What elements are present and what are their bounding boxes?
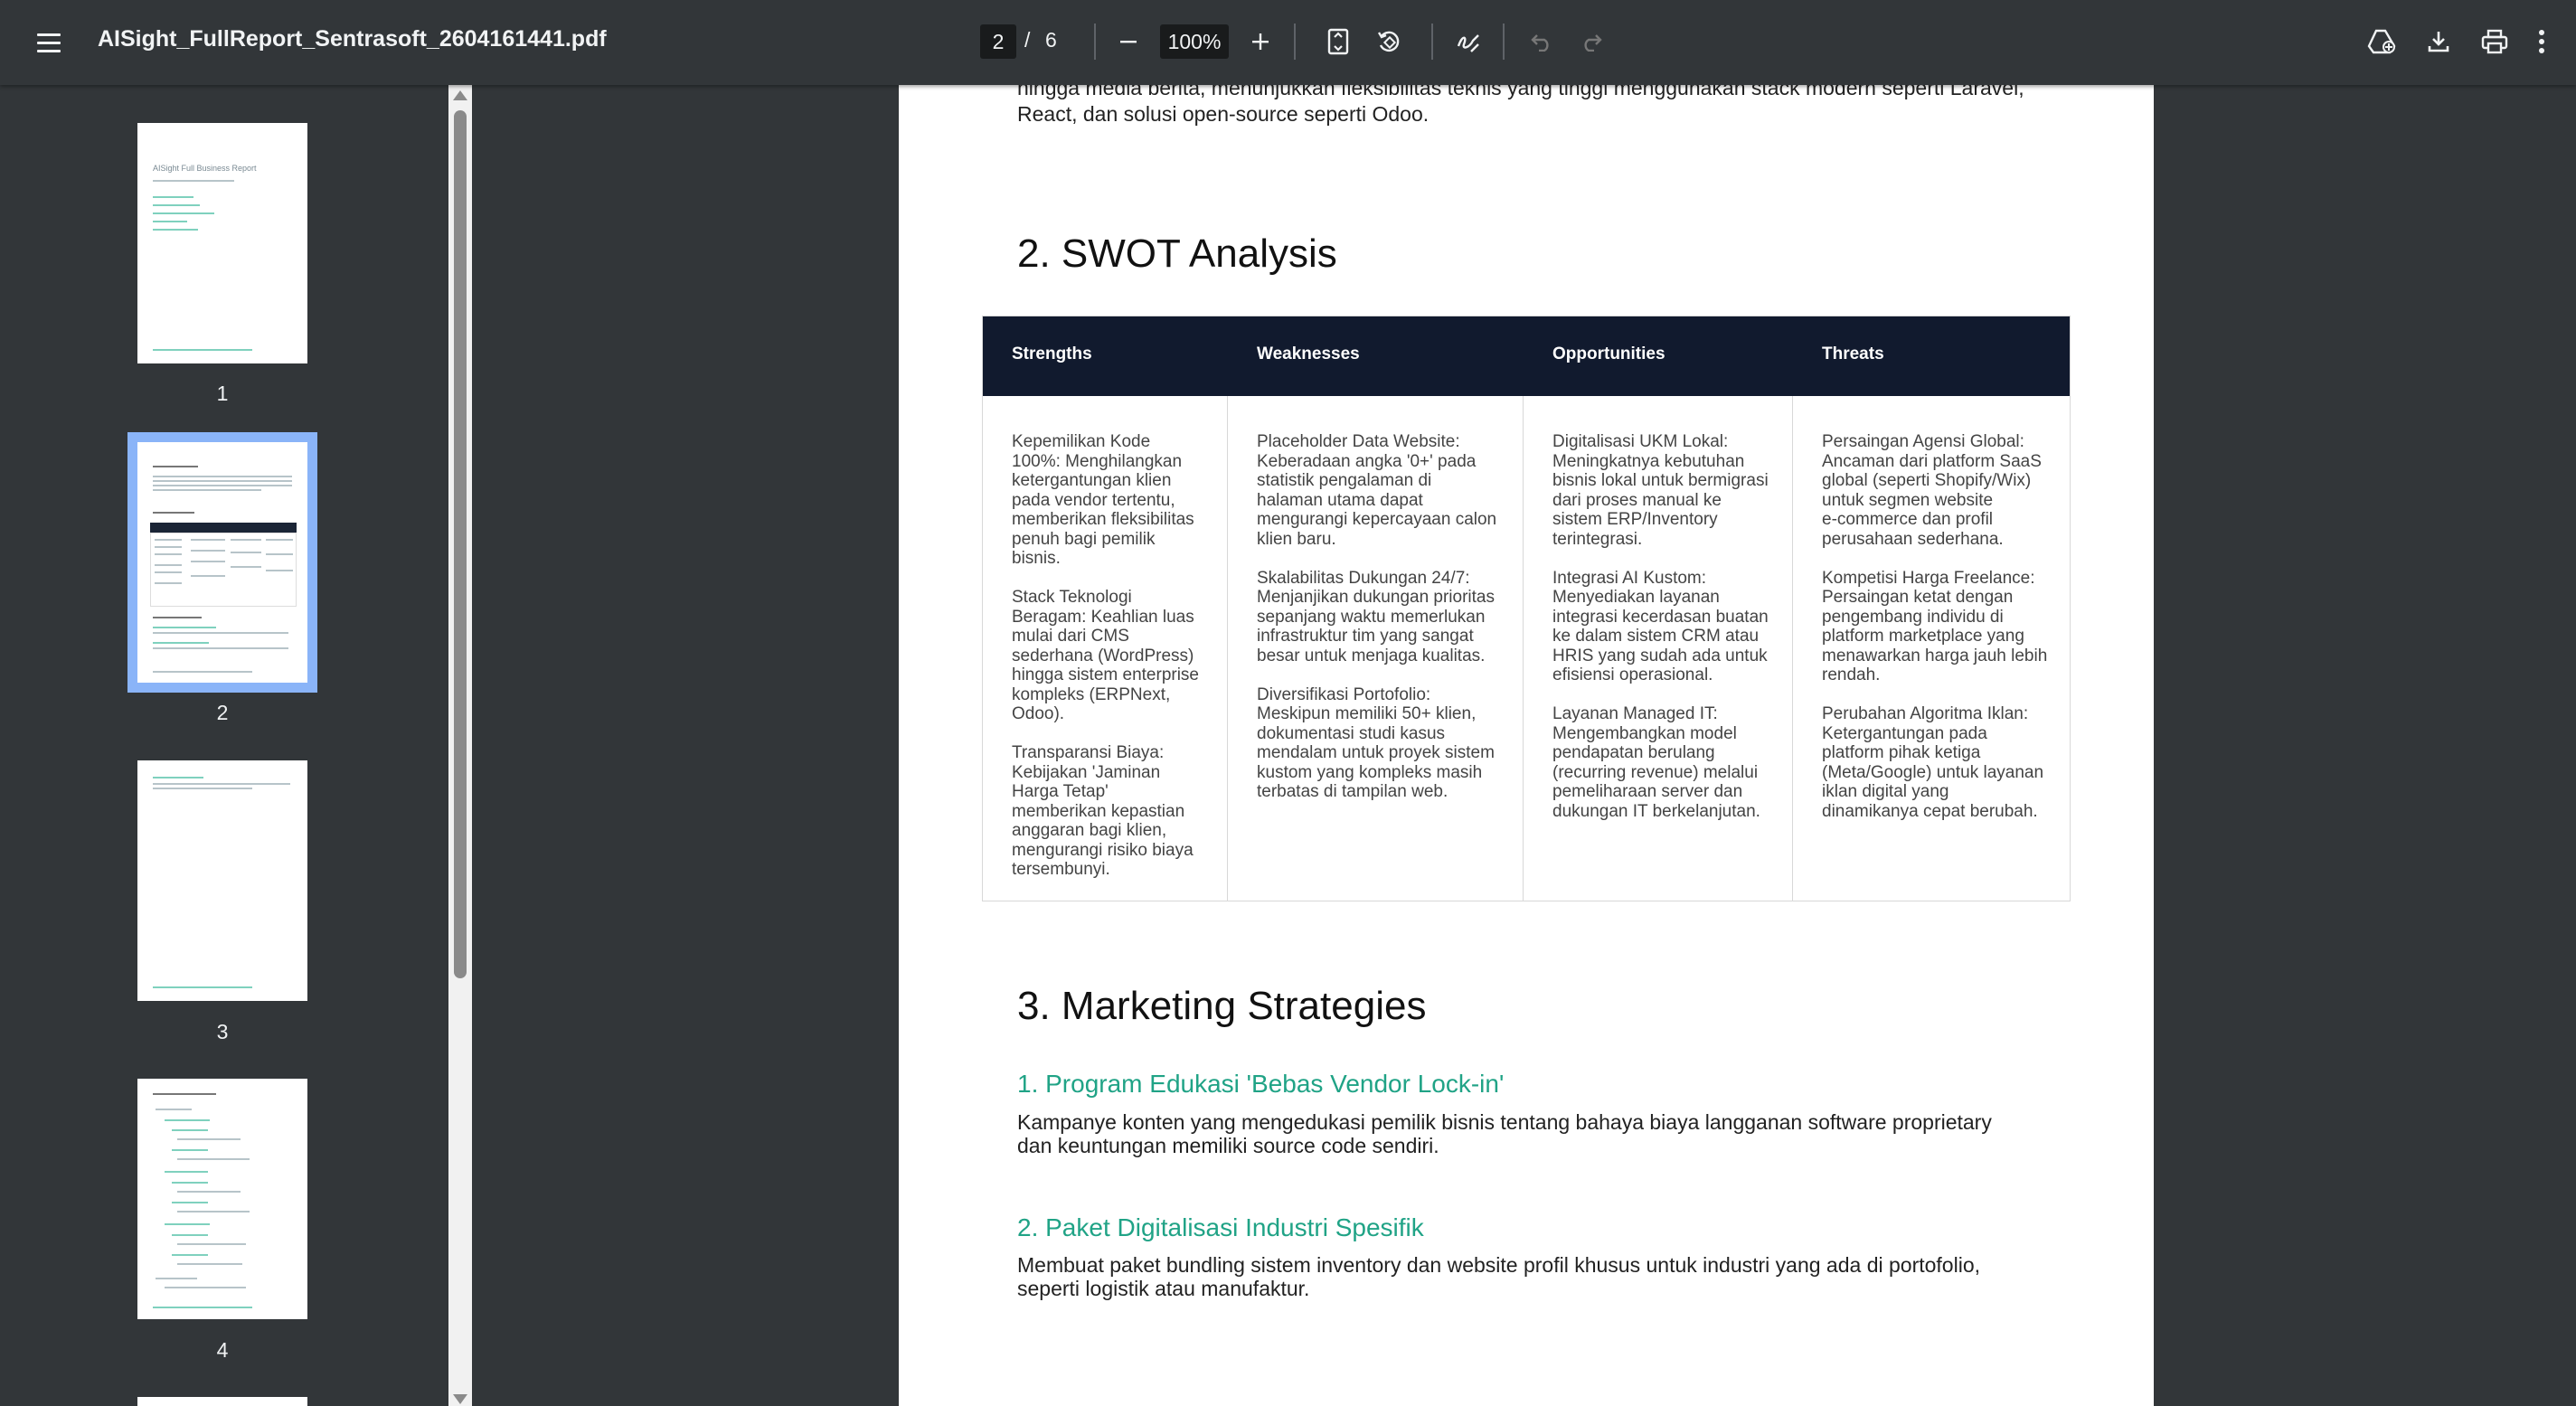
thumbnail-label: 1 [216, 382, 229, 405]
intro-text-line: hingga media berita, menunjukkan fleksib… [1017, 85, 2024, 99]
pdf-page: hingga media berita, menunjukkan fleksib… [899, 85, 2154, 1406]
thumbnail-label: 3 [216, 1020, 229, 1043]
page-thumbnail-5[interactable] [137, 1397, 307, 1406]
thumbnail-title: AISight Full Business Report [153, 164, 257, 173]
strategy-title: 2. Paket Digitalisasi Industri Spesifik [1017, 1213, 1424, 1241]
menu-icon[interactable] [31, 24, 67, 61]
page-thumbnail-3[interactable] [137, 760, 307, 1001]
toolbar-divider [1094, 24, 1096, 60]
page-thumbnail-4[interactable] [137, 1079, 307, 1319]
swot-cell-weaknesses: Placeholder Data Website: Keberadaan ang… [1228, 396, 1524, 901]
page-separator: / [1024, 28, 1031, 52]
strategy-description: Membuat paket bundling sistem inventory … [1017, 1253, 1980, 1300]
swot-header-weaknesses: Weaknesses [1257, 344, 1360, 363]
page-number-input[interactable]: 2 [980, 24, 1016, 59]
swot-cell-opportunities: Digitalisasi UKM Lokal: Meningkatnya keb… [1524, 396, 1793, 901]
document-title: AISight_FullReport_Sentrasoft_2604161441… [98, 26, 607, 52]
swot-text-strengths: Kepemilikan Kode 100%: Menghilangkan ket… [1012, 432, 1199, 879]
toolbar-divider [1294, 24, 1296, 60]
swot-header-strengths: Strengths [1012, 344, 1092, 363]
annotate-icon[interactable] [1447, 20, 1490, 63]
strategy-description: Kampanye konten yang mengedukasi pemilik… [1017, 1110, 1992, 1157]
swot-cell-strengths: Kepemilikan Kode 100%: Menghilangkan ket… [983, 396, 1228, 901]
thumbnail-label: 2 [216, 701, 229, 724]
print-icon[interactable] [2473, 20, 2516, 63]
rotate-icon[interactable] [1367, 20, 1411, 63]
undo-icon[interactable] [1520, 20, 1563, 63]
strategy-title: 1. Program Edukasi 'Bebas Vendor Lock-in… [1017, 1070, 1505, 1098]
download-icon[interactable] [2417, 20, 2460, 63]
redo-icon[interactable] [1570, 20, 1613, 63]
swot-header-opportunities: Opportunities [1552, 344, 1665, 363]
zoom-in-icon[interactable] [1239, 20, 1282, 63]
page-thumbnail-1[interactable]: AISight Full Business Report [137, 123, 307, 363]
scroll-up-icon[interactable] [453, 90, 467, 100]
marketing-heading: 3. Marketing Strategies [1017, 984, 1427, 1028]
swot-header-threats: Threats [1822, 344, 1884, 363]
toolbar-divider [1431, 24, 1433, 60]
swot-text-weaknesses: Placeholder Data Website: Keberadaan ang… [1257, 432, 1497, 801]
save-to-drive-icon[interactable] [2360, 20, 2403, 63]
zoom-out-icon[interactable] [1107, 20, 1150, 63]
thumbnail-sidebar: AISight Full Business Report 1 2 3 4 [0, 85, 448, 1406]
swot-cell-threats: Persaingan Agensi Global: Ancaman dari p… [1793, 396, 2070, 901]
intro-text-line: React, dan solusi open-source seperti Od… [1017, 102, 1430, 126]
swot-text-threats: Persaingan Agensi Global: Ancaman dari p… [1822, 432, 2048, 821]
more-icon[interactable] [2529, 20, 2554, 63]
zoom-input[interactable]: 100% [1160, 24, 1229, 59]
thumbnail-label: 4 [216, 1338, 229, 1362]
page-total: 6 [1045, 28, 1057, 52]
swot-table-header: Strengths Weaknesses Opportunities Threa… [983, 316, 2070, 396]
page-thumbnail-2[interactable] [137, 442, 307, 683]
pdf-toolbar: AISight_FullReport_Sentrasoft_2604161441… [0, 0, 2576, 85]
scroll-down-icon[interactable] [453, 1394, 467, 1404]
swot-text-opportunities: Digitalisasi UKM Lokal: Meningkatnya keb… [1552, 432, 1769, 821]
swot-table: Strengths Weaknesses Opportunities Threa… [982, 316, 2071, 901]
toolbar-divider [1503, 24, 1505, 60]
swot-heading: 2. SWOT Analysis [1017, 231, 1337, 276]
fit-page-icon[interactable] [1316, 20, 1360, 63]
sidebar-scrollbar-thumb[interactable] [454, 110, 467, 978]
